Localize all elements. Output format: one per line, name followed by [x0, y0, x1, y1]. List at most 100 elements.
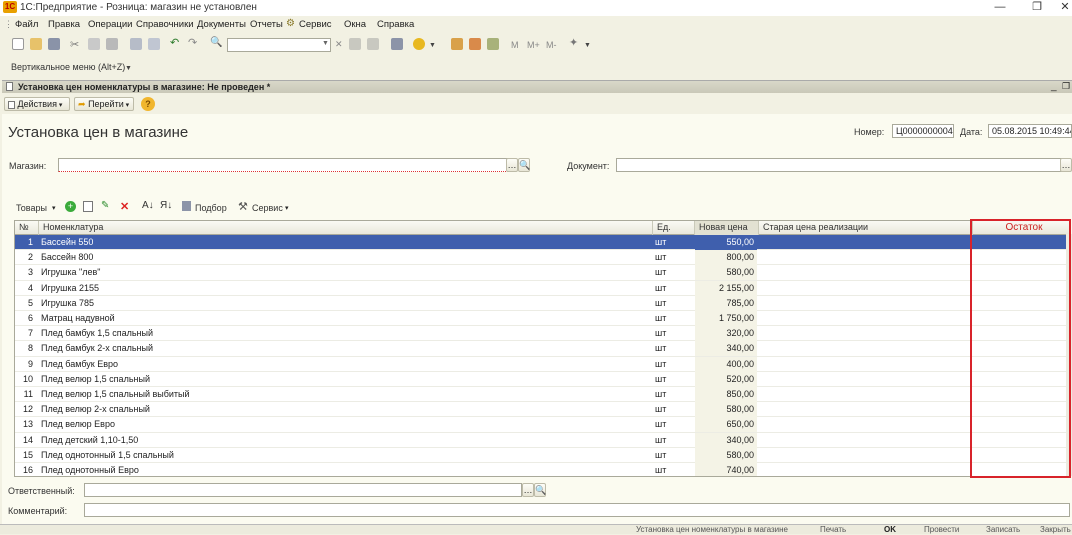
table-row[interactable]: 14 Плед детский 1,10-1,50 шт 340,00 — [15, 432, 1069, 448]
delete-row-icon[interactable]: ✕ — [120, 200, 129, 213]
row-unit[interactable]: шт — [653, 433, 693, 448]
sort-desc-icon[interactable]: Я↓ — [160, 200, 172, 211]
table-row[interactable]: 11 Плед велюр 1,5 спальный выбитый шт 850,0… — [15, 387, 1069, 403]
row-old-price[interactable] — [761, 387, 971, 402]
paste-icon[interactable] — [106, 38, 118, 50]
table-row[interactable]: 16 Плед однотонный Евро шт 740,00 — [15, 463, 1069, 476]
row-name[interactable]: Плед однотонный 1,5 спальный — [39, 448, 651, 463]
row-unit[interactable]: шт — [653, 265, 693, 280]
row-new-price[interactable]: 800,00 — [695, 250, 757, 266]
table-row[interactable]: 5 Игрушка 785 шт 785,00 — [15, 295, 1069, 311]
row-new-price[interactable]: 400,00 — [695, 356, 757, 372]
menu-operations[interactable]: Операции — [88, 19, 132, 30]
row-new-price[interactable]: 850,00 — [695, 387, 757, 402]
table-service-dropdown-icon[interactable]: ▾ — [285, 204, 289, 212]
date-field[interactable]: 05.08.2015 10:49:44 — [988, 124, 1072, 138]
row-old-price[interactable] — [761, 311, 971, 326]
row-new-price[interactable]: 650,00 — [695, 417, 757, 433]
row-new-price[interactable]: 580,00 — [695, 402, 757, 418]
goods-dropdown-icon[interactable]: ▾ — [52, 204, 56, 212]
row-name[interactable]: Игрушка 785 — [39, 296, 651, 311]
row-unit[interactable]: шт — [653, 372, 693, 387]
row-new-price[interactable]: 580,00 — [695, 265, 757, 281]
row-number[interactable]: 15 — [15, 448, 37, 463]
windows-icon[interactable] — [391, 38, 403, 50]
copy-icon[interactable] — [88, 38, 100, 50]
row-old-price[interactable] — [761, 372, 971, 387]
document-minimize-icon[interactable]: _ — [1051, 81, 1057, 92]
row-new-price[interactable]: 320,00 — [695, 326, 757, 342]
document-select-button[interactable]: … — [1060, 158, 1072, 172]
row-number[interactable]: 7 — [15, 326, 37, 341]
row-old-price[interactable] — [761, 281, 971, 296]
copy-row-icon[interactable] — [83, 201, 93, 212]
row-name[interactable]: Плед велюр Евро — [39, 417, 651, 432]
responsible-open-icon[interactable]: 🔍 — [534, 483, 546, 497]
row-unit[interactable]: шт — [653, 417, 693, 432]
search-dropdown-icon[interactable]: ▼ — [322, 40, 329, 47]
undo-icon[interactable]: ↶ — [170, 38, 182, 50]
cut-icon[interactable]: ✂ — [70, 38, 82, 51]
row-unit[interactable]: шт — [653, 357, 693, 372]
row-number[interactable]: 11 — [15, 387, 37, 402]
store-open-icon[interactable]: 🔍 — [518, 158, 530, 172]
column-unit[interactable]: Ед. — [653, 221, 695, 235]
row-old-price[interactable] — [761, 341, 971, 356]
row-old-price[interactable] — [761, 448, 971, 463]
row-name[interactable]: Плед однотонный Евро — [39, 463, 651, 476]
row-number[interactable]: 10 — [15, 372, 37, 387]
row-old-price[interactable] — [761, 326, 971, 341]
table-row[interactable]: 12 Плед велюр 2-х спальный шт 580,00 — [15, 402, 1069, 418]
row-unit[interactable]: шт — [653, 326, 693, 341]
menu-windows[interactable]: Окна — [344, 19, 366, 30]
print-icon[interactable] — [130, 38, 142, 50]
comment-field[interactable] — [84, 503, 1070, 517]
preview-icon[interactable] — [148, 38, 160, 50]
row-number[interactable]: 5 — [15, 296, 37, 311]
table-row[interactable]: 7 Плед бамбук 1,5 спальный шт 320,00 — [15, 326, 1069, 342]
tools-icon[interactable]: ✦ — [569, 38, 581, 50]
column-number[interactable]: № — [15, 221, 39, 235]
column-name[interactable]: Номенклатура — [39, 221, 653, 235]
menu-file[interactable]: Файл — [15, 19, 38, 30]
row-old-price[interactable] — [761, 463, 971, 476]
store-field[interactable] — [58, 158, 508, 172]
memory-minus-button[interactable]: M- — [546, 40, 557, 50]
column-new-price[interactable]: Новая цена — [695, 221, 759, 235]
goods-table[interactable]: № Номенклатура Ед. Новая цена Старая цен… — [14, 220, 1070, 477]
column-old-price[interactable]: Старая цена реализации — [759, 221, 973, 235]
row-old-price[interactable] — [761, 433, 971, 448]
store-select-button[interactable]: … — [506, 158, 518, 172]
row-unit[interactable]: шт — [653, 402, 693, 417]
calendar-icon[interactable] — [469, 38, 481, 50]
save-icon[interactable] — [48, 38, 60, 50]
row-name[interactable]: Игрушка 2155 — [39, 281, 651, 296]
row-name[interactable]: Плед бамбук 1,5 спальный — [39, 326, 651, 341]
row-new-price[interactable]: 1 750,00 — [695, 311, 757, 326]
row-name[interactable]: Плед бамбук Евро — [39, 357, 651, 372]
row-unit[interactable]: шт — [653, 341, 693, 356]
menu-reports[interactable]: Отчеты — [250, 19, 283, 30]
vertical-menu-dropdown-icon[interactable]: ▼ — [125, 65, 132, 72]
row-new-price[interactable]: 580,00 — [695, 447, 757, 463]
row-new-price[interactable]: 785,00 — [695, 295, 757, 311]
table-row[interactable]: 9 Плед бамбук Евро шт 400,00 — [15, 356, 1069, 372]
row-name[interactable]: Плед велюр 2-х спальный — [39, 402, 651, 417]
table-row[interactable]: 8 Плед бамбук 2-х спальный шт 340,00 — [15, 341, 1069, 357]
document-field[interactable] — [616, 158, 1062, 172]
menu-service[interactable]: Сервис — [299, 19, 332, 30]
table-row[interactable]: 3 Игрушка "лев" шт 580,00 — [15, 265, 1069, 281]
row-new-price[interactable]: 550,00 — [695, 235, 757, 250]
table-row[interactable]: 6 Матрац надувной шт 1 750,00 — [15, 311, 1069, 327]
row-old-price[interactable] — [761, 402, 971, 417]
table-service-button[interactable]: Сервис — [252, 203, 283, 213]
table-row[interactable]: 10 Плед велюр 1,5 спальный шт 520,00 — [15, 371, 1069, 387]
row-new-price[interactable]: 740,00 — [695, 463, 757, 476]
row-name[interactable]: Плед детский 1,10-1,50 — [39, 433, 651, 448]
goods-label[interactable]: Товары — [16, 203, 47, 213]
redo-icon[interactable]: ↷ — [188, 38, 200, 50]
row-number[interactable]: 6 — [15, 311, 37, 326]
row-old-price[interactable] — [761, 265, 971, 280]
row-unit[interactable]: шт — [653, 250, 693, 265]
search-clear-icon[interactable]: ✕ — [335, 39, 343, 50]
